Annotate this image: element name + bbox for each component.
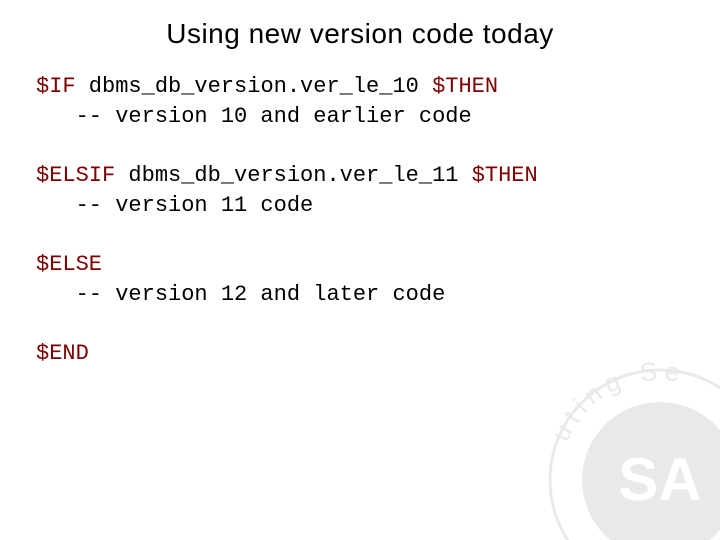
slide-title: Using new version code today <box>36 18 684 50</box>
watermark-logo: uting Se SA <box>530 350 720 540</box>
keyword-then-1: $THEN <box>432 74 498 99</box>
comment-v11: -- version 11 code <box>36 193 313 218</box>
condition-10: dbms_db_version.ver_le_10 <box>76 74 432 99</box>
watermark-arc-text: uting Se <box>545 355 687 445</box>
slide: Using new version code today $IF dbms_db… <box>0 0 720 540</box>
keyword-elsif: $ELSIF <box>36 163 115 188</box>
condition-11: dbms_db_version.ver_le_11 <box>115 163 471 188</box>
comment-v12: -- version 12 and later code <box>36 282 445 307</box>
comment-v10: -- version 10 and earlier code <box>36 104 472 129</box>
code-block: $IF dbms_db_version.ver_le_10 $THEN -- v… <box>36 72 684 369</box>
keyword-end: $END <box>36 341 89 366</box>
watermark-inner-text: SA <box>618 446 701 513</box>
keyword-if: $IF <box>36 74 76 99</box>
svg-text:uting Se: uting Se <box>545 355 687 445</box>
keyword-then-2: $THEN <box>472 163 538 188</box>
keyword-else: $ELSE <box>36 252 102 277</box>
